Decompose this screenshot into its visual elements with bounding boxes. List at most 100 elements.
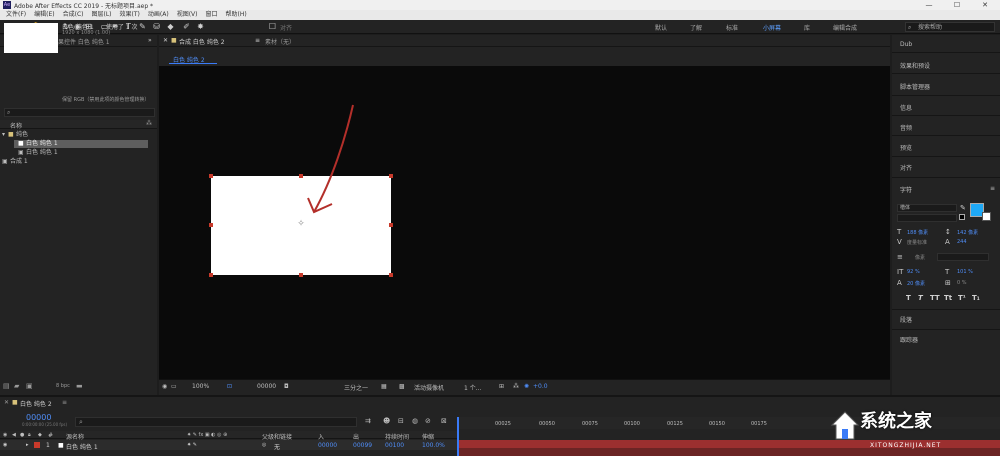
workspace-libraries[interactable]: 库 (804, 23, 810, 32)
column-name[interactable]: 名称 (10, 121, 22, 130)
transform-handle[interactable] (389, 174, 393, 178)
menu-animation[interactable]: 动画(A) (144, 10, 173, 20)
tab-footage[interactable]: 素材（无） (265, 37, 295, 46)
fast-preview-icon[interactable]: ⊞ (499, 383, 504, 390)
snapshot-icon[interactable]: ◉ (162, 383, 167, 390)
panel-character[interactable]: 字符 (900, 185, 912, 194)
label-icon[interactable]: ◆ (38, 432, 42, 438)
safe-zones-icon[interactable]: ⊡ (227, 383, 232, 390)
flowchart-icon[interactable]: ⁂ (146, 120, 152, 127)
duration-value[interactable]: 00100 (385, 442, 404, 449)
timeline-current-time[interactable]: 00000 (26, 413, 51, 422)
chart-icon[interactable]: ⊠ (441, 417, 447, 425)
out-point[interactable]: 00099 (353, 442, 372, 449)
solo-icon[interactable]: ● (20, 432, 24, 438)
font-size-value[interactable]: 188 像素 (907, 229, 928, 236)
menu-view[interactable]: 视图(V) (173, 10, 202, 20)
camera-select[interactable]: 活动摄像机 (414, 383, 444, 392)
comp-subtab[interactable]: 白色 纯色 2 (169, 54, 217, 64)
panel-script-manager[interactable]: 脚本管理器 (900, 82, 930, 91)
layer-name[interactable]: 白色 纯色 1 (66, 442, 98, 451)
menu-edit[interactable]: 编辑(E) (30, 10, 58, 20)
brush-tool-icon[interactable]: ✎ (138, 22, 147, 31)
column-number[interactable]: # (48, 432, 53, 439)
parent-value[interactable]: 无 (274, 442, 280, 451)
workspace-edit-comp[interactable]: 编辑合成 (833, 23, 857, 32)
frame-blend-icon[interactable]: ⊟ (398, 417, 404, 425)
panel-effects-presets[interactable]: 效果和预设 (900, 61, 930, 70)
audio-icon[interactable]: ◀ (12, 432, 16, 438)
baseline-shift-value[interactable]: 20 像素 (907, 280, 925, 287)
panel-menu-icon[interactable]: ≡ (990, 185, 995, 192)
maximize-button[interactable]: ☐ (943, 0, 971, 10)
delete-icon[interactable]: ▬ (76, 382, 83, 390)
panel-paragraph[interactable]: 段落 (900, 315, 912, 324)
flowchart-icon[interactable]: ⁂ (513, 383, 519, 390)
font-style-select[interactable] (897, 214, 957, 222)
motion-blur-icon[interactable]: ◍ (412, 417, 418, 425)
panel-dub[interactable]: Dub (900, 41, 912, 48)
workspace-small-screen[interactable]: 小屏幕 (763, 23, 781, 32)
kerning-value[interactable]: 度量标准 (907, 239, 927, 246)
snap-checkbox-icon[interactable]: ☐ (268, 22, 277, 31)
small-caps-button[interactable]: Tt (944, 294, 952, 302)
panel-preview[interactable]: 预览 (900, 143, 912, 152)
panel-audio[interactable]: 音频 (900, 123, 912, 132)
anchor-point-icon[interactable]: ✧ (296, 219, 306, 229)
all-caps-button[interactable]: TT (930, 294, 940, 302)
list-item[interactable]: ▾ ■ 纯色 (0, 131, 157, 139)
search-help-input[interactable]: ⌕ 搜索帮助 (905, 22, 995, 32)
transform-handle[interactable] (389, 223, 393, 227)
graph-editor-icon[interactable]: ⊘ (425, 417, 431, 425)
workspace-standard[interactable]: 标准 (726, 23, 738, 32)
list-item[interactable]: ▣ 合成 1 (0, 158, 157, 166)
menu-composition[interactable]: 合成(C) (59, 10, 88, 20)
black-swatch[interactable] (959, 214, 965, 220)
panel-tracker[interactable]: 跟踪器 (900, 335, 918, 344)
panel-info[interactable]: 信息 (900, 103, 912, 112)
timeline-layer-row[interactable]: ◉ ▸ 1 ■ 白色 纯色 1 ✷ ✎ ◎ 无 00000 00099 0010… (0, 440, 457, 451)
roto-brush-tool-icon[interactable]: ✐ (182, 22, 191, 31)
camera-snapshot-icon[interactable]: ◘ (284, 383, 289, 390)
new-folder-icon[interactable]: ▰ (14, 382, 19, 390)
close-tab-icon[interactable]: ✕ (163, 37, 168, 44)
shy-icon[interactable]: ☻ (383, 417, 390, 425)
interpret-footage-icon[interactable]: ▤ (3, 382, 10, 390)
exposure-icon[interactable]: ✺ (524, 383, 529, 390)
faux-bold-button[interactable]: T (906, 294, 911, 302)
subscript-button[interactable]: T₁ (972, 294, 980, 302)
stretch-value[interactable]: 100.0% (422, 442, 445, 449)
visibility-eye-icon[interactable]: ◉ (3, 442, 7, 448)
tab-composition[interactable]: 合成 白色 纯色 2 (179, 37, 225, 46)
eraser-tool-icon[interactable]: ◆ (166, 22, 175, 31)
clone-stamp-tool-icon[interactable]: ⛁ (152, 22, 161, 31)
pickwhip-icon[interactable]: ◎ (262, 442, 266, 448)
bpc-label[interactable]: 8 bpc (56, 383, 70, 389)
font-family-select[interactable]: 楷体 (897, 204, 957, 212)
puppet-tool-icon[interactable]: ✸ (196, 22, 205, 31)
stroke-type-select[interactable] (937, 253, 989, 261)
expand-arrow-icon[interactable]: ▸ (26, 442, 29, 448)
panel-menu-icon[interactable]: ≡ (62, 399, 67, 406)
transform-handle[interactable] (209, 223, 213, 227)
list-item[interactable]: ▣ 白色 纯色 1 (0, 149, 157, 157)
transform-handle[interactable] (209, 273, 213, 277)
menu-help[interactable]: 帮助(H) (222, 10, 251, 20)
expand-arrow-icon[interactable]: ▾ (2, 131, 5, 139)
horizontal-scale-value[interactable]: 101 % (957, 269, 973, 275)
layer-label-color[interactable] (34, 442, 40, 448)
project-search-input[interactable]: ⌕ (4, 108, 155, 117)
transform-handle[interactable] (389, 273, 393, 277)
close-tab-icon[interactable]: ✕ (4, 399, 9, 406)
draft-3d-icon[interactable]: ⇉ (365, 417, 371, 425)
panel-align[interactable]: 对齐 (900, 163, 912, 172)
leading-value[interactable]: 142 像素 (957, 229, 978, 236)
timeline-search-input[interactable]: ⌕ (75, 417, 357, 427)
transform-handle[interactable] (299, 273, 303, 277)
in-point[interactable]: 00000 (318, 442, 337, 449)
menu-file[interactable]: 文件(F) (2, 10, 30, 20)
panel-menu-icon[interactable]: » (148, 37, 152, 44)
layer-switches[interactable]: ✷ ✎ (187, 442, 197, 448)
eye-icon[interactable]: ◉ (3, 432, 7, 438)
panel-menu-icon[interactable]: ≡ (255, 37, 260, 44)
